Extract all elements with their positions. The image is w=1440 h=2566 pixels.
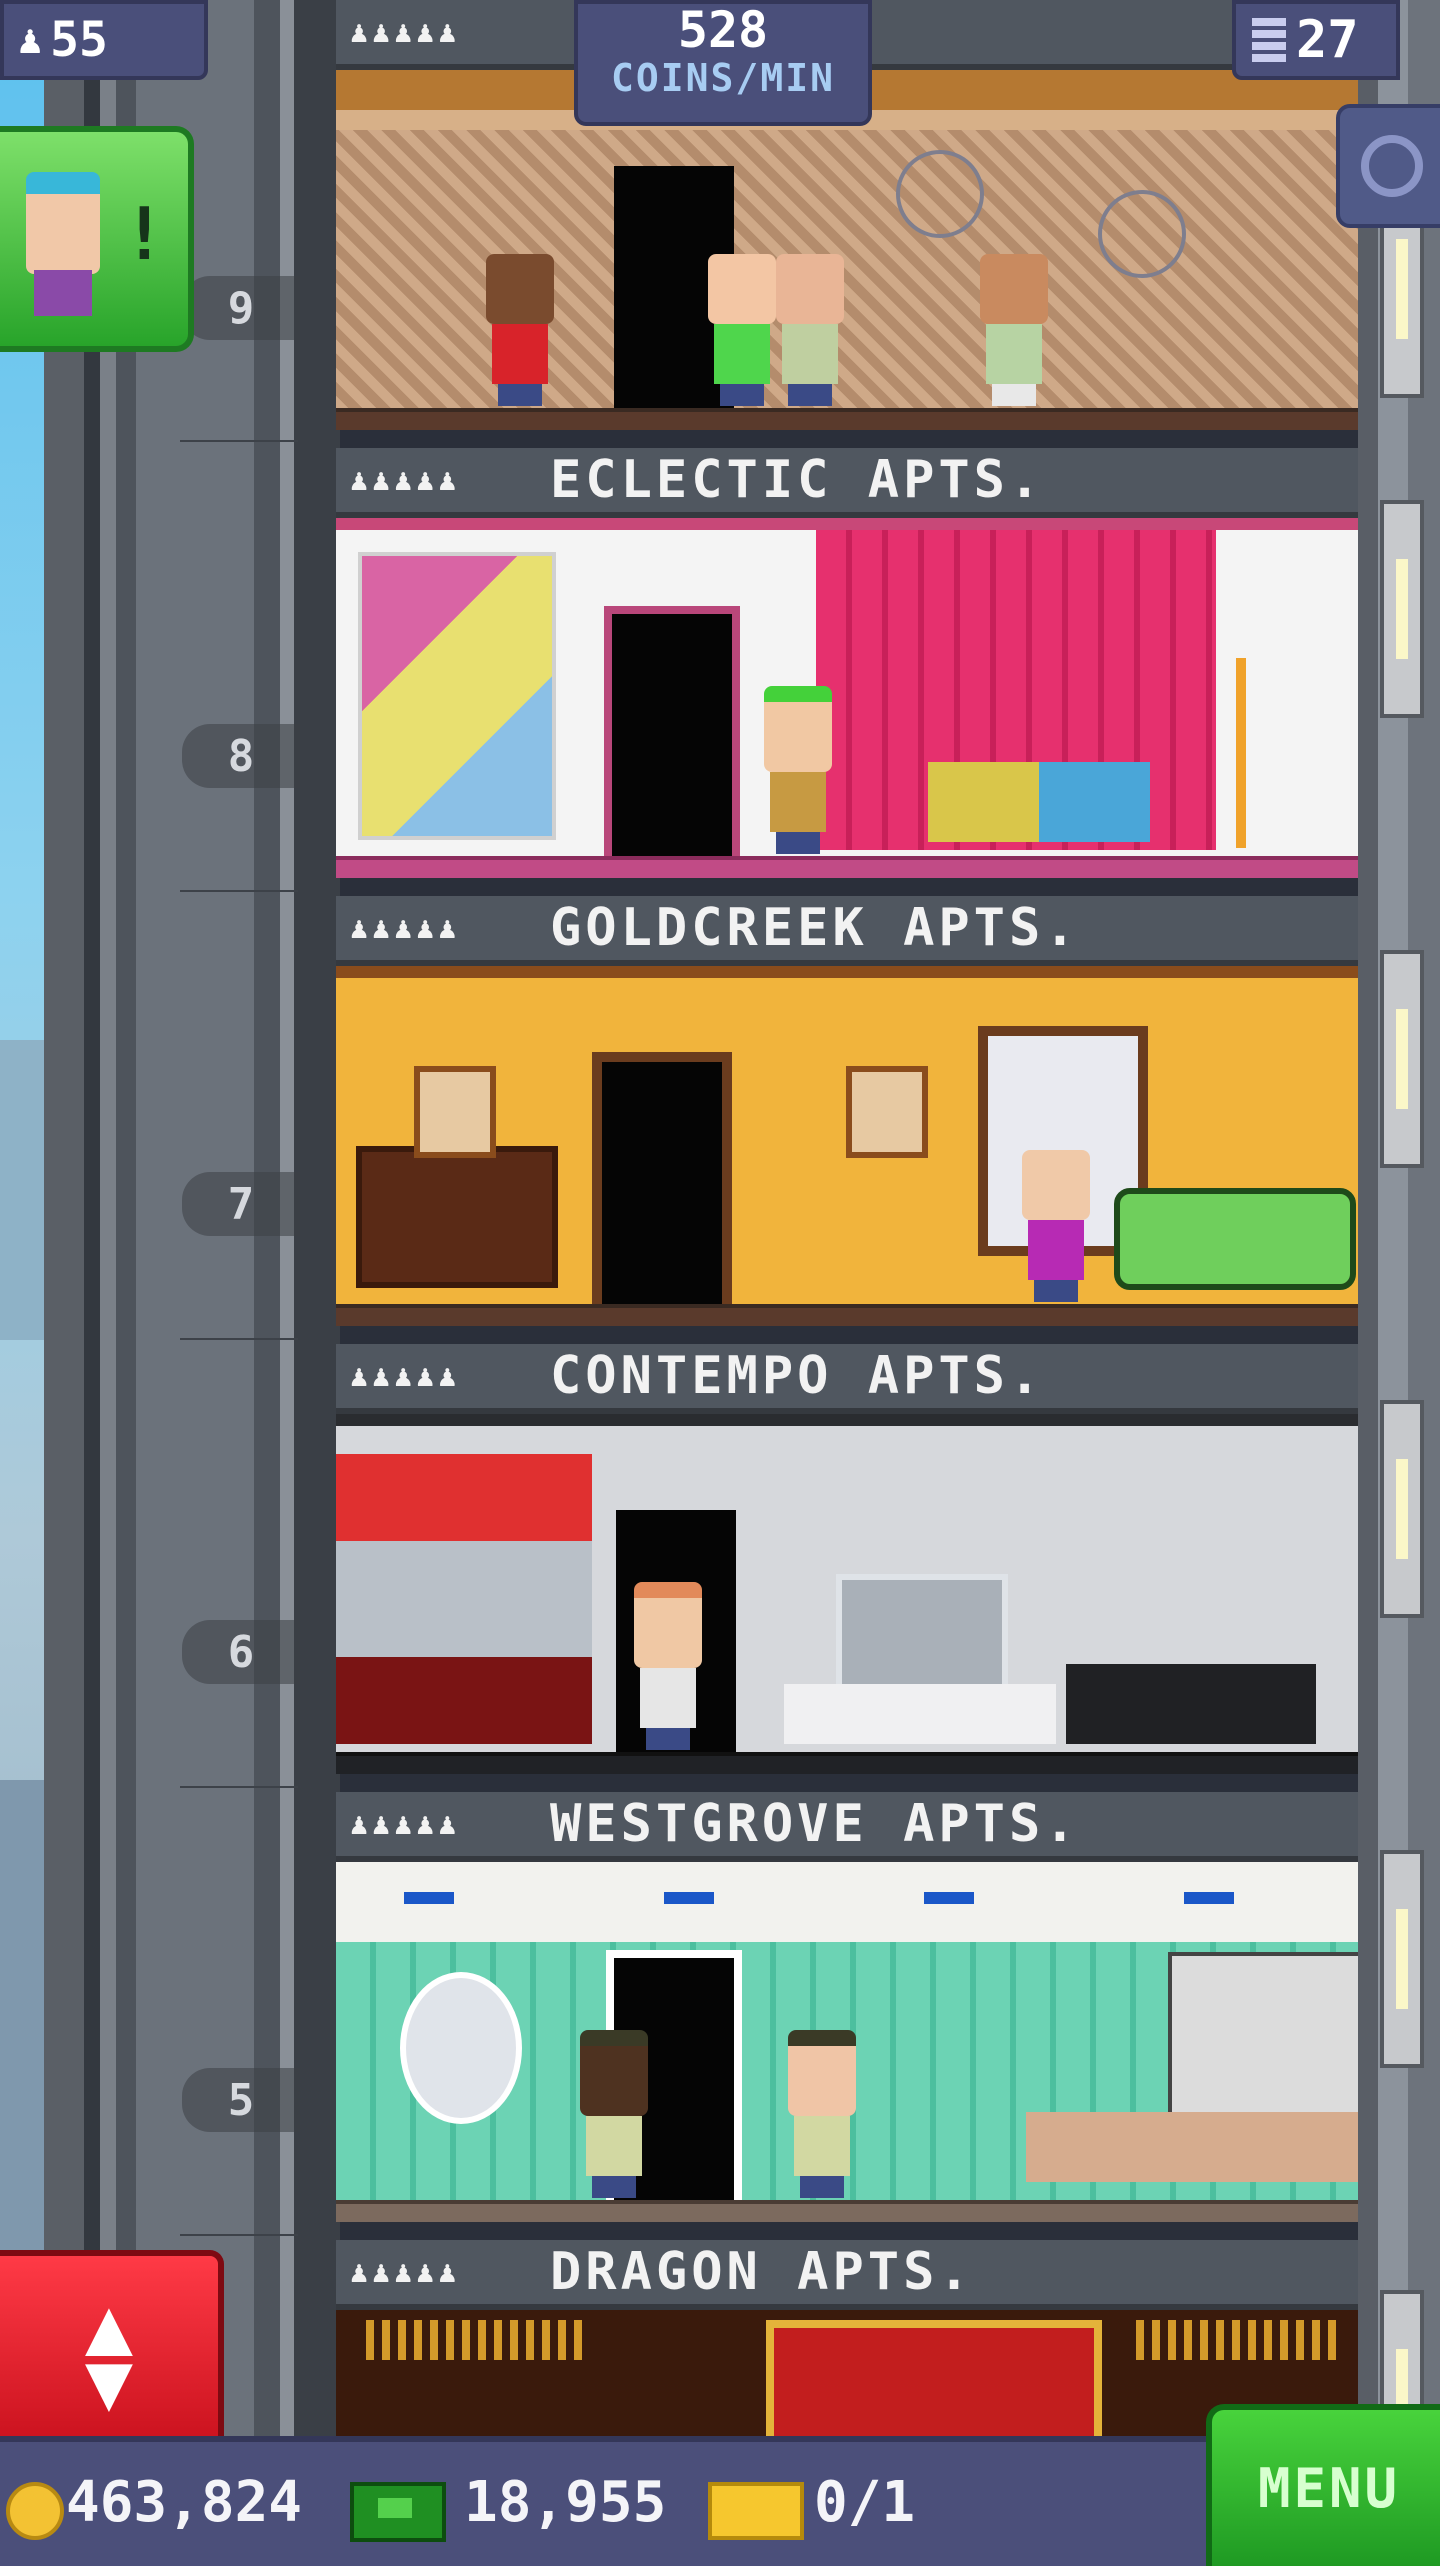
coins-rate-unit: COINS/MIN xyxy=(611,56,835,100)
population-counter[interactable]: ♟ 55 xyxy=(0,0,208,80)
floor-header: ♟♟♟♟♟ GOLDCREEK APTS. xyxy=(336,896,1358,966)
occupancy-icons: ♟♟♟♟♟ xyxy=(350,910,461,946)
floor-room xyxy=(336,518,1358,878)
floor-count-value: 27 xyxy=(1296,10,1359,70)
floor-header: ♟♟♟♟♟ ECLECTIC APTS. xyxy=(336,448,1358,518)
floor-number-8: 8 xyxy=(182,724,300,788)
zoom-button[interactable] xyxy=(1336,104,1440,228)
occupancy-icons: ♟♟♟♟♟ xyxy=(350,462,461,498)
floor-header: ♟♟♟♟♟ DRAGON APTS. xyxy=(336,2240,1358,2310)
floor-name: ECLECTIC APTS. xyxy=(550,450,1045,510)
resident xyxy=(580,2030,648,2198)
elevator-shaft[interactable]: 9 8 7 6 5 xyxy=(44,0,340,2460)
resident xyxy=(1022,1150,1090,1302)
floor-room xyxy=(336,1414,1358,1774)
population-value: 55 xyxy=(50,12,108,68)
occupancy-icons: ♟♟♟♟♟ xyxy=(350,14,461,50)
resident xyxy=(788,2030,856,2198)
resident-avatar-icon xyxy=(26,172,100,274)
floor-room xyxy=(336,2310,1358,2436)
occupancy-icons: ♟♟♟♟♟ xyxy=(350,2254,461,2290)
resident-alert-button[interactable]: ! xyxy=(0,126,194,352)
right-building-edge xyxy=(1358,0,1440,2508)
tickets-value: 0/1 xyxy=(814,2470,916,2535)
floor-number-7: 7 xyxy=(182,1172,300,1236)
floor-header: ♟♟♟♟♟ CONTEMPO APTS. xyxy=(336,1344,1358,1414)
bux-value: 18,955 xyxy=(464,2470,667,2535)
elevator-button[interactable]: ▲ ▼ xyxy=(0,2250,224,2458)
floor-number-9: 9 xyxy=(182,276,300,340)
floor-door xyxy=(604,606,740,860)
coins-value: 463,824 xyxy=(66,2470,303,2535)
resident xyxy=(776,254,844,406)
resident xyxy=(980,254,1048,406)
floor-room xyxy=(336,966,1358,1326)
coins-rate-value: 528 xyxy=(677,1,769,59)
ticket-icon xyxy=(708,2482,804,2540)
floor-westgrove[interactable]: ♟♟♟♟♟ WESTGROVE APTS. xyxy=(336,1792,1358,2240)
occupancy-icons: ♟♟♟♟♟ xyxy=(350,1806,461,1842)
magnifier-icon xyxy=(1361,135,1423,197)
resident-avatar-body xyxy=(34,270,92,316)
building-icon xyxy=(1252,18,1286,62)
floor-eclectic[interactable]: ♟♟♟♟♟ ECLECTIC APTS. xyxy=(336,448,1358,896)
floor-number-5: 5 xyxy=(182,2068,300,2132)
floor-goldcreek[interactable]: ♟♟♟♟♟ GOLDCREEK APTS. xyxy=(336,896,1358,1344)
resident xyxy=(764,686,832,854)
menu-button[interactable]: MENU xyxy=(1206,2404,1440,2566)
resident xyxy=(634,1582,702,1750)
bux-icon xyxy=(350,2482,446,2542)
person-icon: ♟ xyxy=(18,17,43,63)
floor-name: DRAGON APTS. xyxy=(550,2242,974,2302)
resident xyxy=(708,254,776,406)
floor-number-6: 6 xyxy=(182,1620,300,1684)
floor-room xyxy=(336,1862,1358,2222)
coins-rate-display: 528 COINS/MIN xyxy=(574,0,872,126)
exclamation-icon: ! xyxy=(122,192,166,276)
floor-name: WESTGROVE APTS. xyxy=(550,1794,1080,1854)
floor-name: GOLDCREEK APTS. xyxy=(550,898,1080,958)
floor-contempo[interactable]: ♟♟♟♟♟ CONTEMPO APTS. xyxy=(336,1344,1358,1792)
sky-background xyxy=(0,0,44,2560)
occupancy-icons: ♟♟♟♟♟ xyxy=(350,1358,461,1394)
coin-icon xyxy=(6,2482,64,2540)
floor-counter[interactable]: 27 xyxy=(1232,0,1400,80)
down-arrow-icon: ▼ xyxy=(84,2335,134,2428)
floor-header: ♟♟♟♟♟ WESTGROVE APTS. xyxy=(336,1792,1358,1862)
floor-dragon[interactable]: ♟♟♟♟♟ DRAGON APTS. xyxy=(336,2240,1358,2436)
floor-name: CONTEMPO APTS. xyxy=(550,1346,1045,1406)
floor-door xyxy=(592,1052,732,1308)
resident xyxy=(486,254,554,406)
